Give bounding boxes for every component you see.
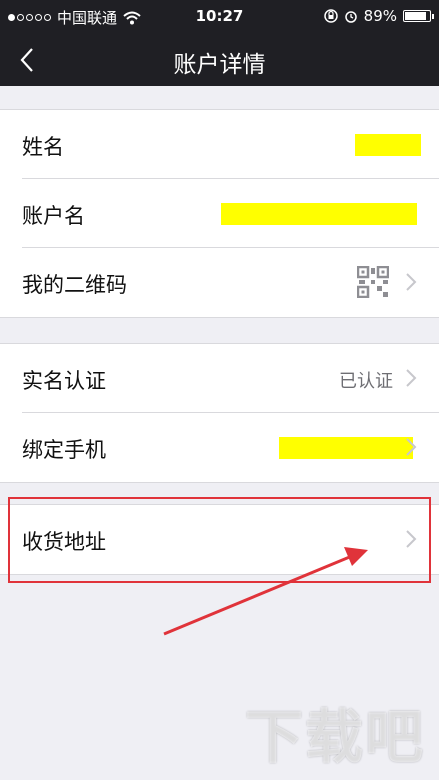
orientation-lock-icon bbox=[323, 9, 338, 23]
verification-label: 实名认证 bbox=[22, 369, 106, 393]
chevron-right-icon bbox=[406, 438, 417, 456]
chevron-right-icon bbox=[406, 369, 417, 387]
verification-status: 已认证 bbox=[339, 371, 393, 392]
row-qr-code[interactable]: 我的二维码 bbox=[0, 248, 439, 317]
row-account-name[interactable]: 账户名 bbox=[0, 179, 439, 248]
page-title: 账户详情 bbox=[173, 52, 266, 78]
account-info-group: 姓名 账户名 我的二维码 bbox=[0, 109, 439, 318]
watermark: 下载吧 bbox=[244, 703, 425, 771]
qr-code-icon bbox=[357, 266, 389, 298]
account-name-label: 账户名 bbox=[22, 204, 85, 228]
redacted-account-name bbox=[221, 203, 417, 225]
status-bar: 中国联通 10:27 89% bbox=[0, 0, 439, 34]
bind-phone-label: 绑定手机 bbox=[22, 438, 106, 462]
row-real-name-verification[interactable]: 实名认证 已认证 bbox=[0, 344, 439, 413]
verification-group: 实名认证 已认证 绑定手机 bbox=[0, 343, 439, 483]
chevron-right-icon bbox=[406, 273, 417, 291]
annotation-highlight-box bbox=[8, 497, 431, 583]
battery-percent: 89% bbox=[363, 7, 397, 25]
battery-fill bbox=[405, 12, 426, 20]
redacted-phone bbox=[279, 437, 413, 459]
nav-bar: 账户详情 bbox=[0, 34, 439, 86]
row-name[interactable]: 姓名 bbox=[0, 110, 439, 179]
redacted-name bbox=[355, 134, 421, 156]
battery-icon bbox=[403, 10, 434, 22]
status-right: 89% bbox=[323, 7, 434, 25]
row-bind-phone[interactable]: 绑定手机 bbox=[0, 413, 439, 482]
qr-code-label: 我的二维码 bbox=[22, 273, 127, 297]
name-label: 姓名 bbox=[22, 135, 64, 159]
alarm-icon bbox=[344, 11, 357, 23]
